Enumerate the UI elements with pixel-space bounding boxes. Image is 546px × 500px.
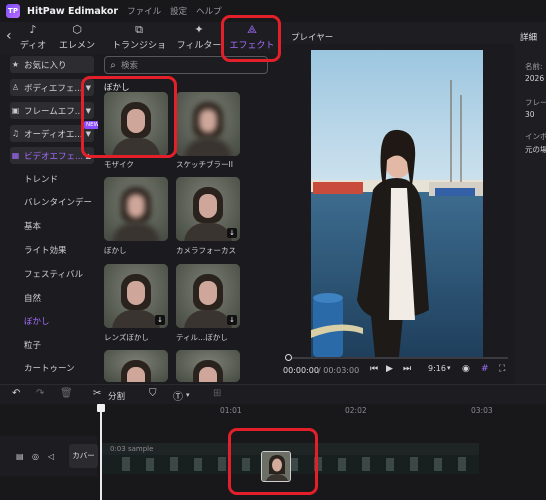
effect-label: スケッチブラーII bbox=[176, 160, 233, 169]
sidebar-item-favorites[interactable]: ★ お気に入り bbox=[10, 56, 94, 73]
cover-button[interactable]: カバー bbox=[69, 444, 98, 468]
highlight-timeline-effect bbox=[228, 428, 318, 495]
total-time: / 00:03:00 bbox=[318, 366, 360, 375]
undo-icon[interactable]: ↶ bbox=[12, 388, 20, 399]
effect-thumb-camera-focus[interactable]: ↓ bbox=[176, 177, 240, 241]
tab-details[interactable]: 詳細 bbox=[520, 31, 537, 43]
scrub-handle[interactable] bbox=[285, 354, 292, 361]
ruler-label: 03:03 bbox=[471, 406, 493, 415]
menu-file[interactable]: ファイル bbox=[127, 5, 161, 17]
element-icon: ⬡ bbox=[72, 23, 82, 36]
film-icon: ▤ bbox=[16, 452, 24, 461]
detail-name-label: 名前: bbox=[525, 62, 543, 71]
player-title: プレイヤー bbox=[291, 33, 334, 43]
previous-frame-icon[interactable]: ⏮ bbox=[370, 364, 378, 374]
highlight-mosaic-effect bbox=[81, 76, 177, 158]
app-title: HitPaw Edimakor bbox=[27, 5, 119, 17]
effect-thumb-blur[interactable] bbox=[104, 177, 168, 241]
video-preview[interactable] bbox=[311, 50, 483, 357]
chevron-left-icon[interactable]: ‹ bbox=[6, 28, 12, 44]
fullscreen-icon[interactable]: ⛶ bbox=[499, 364, 505, 374]
detail-frame-value: 30 bbox=[525, 110, 535, 119]
effect-thumb-lens-blur[interactable]: ↓ bbox=[104, 264, 168, 328]
subcategory-light[interactable]: ライト効果 bbox=[24, 244, 67, 256]
video-effect-icon: ▦ bbox=[11, 151, 20, 160]
subcategory-valentine[interactable]: バレンタインデー bbox=[24, 196, 92, 208]
snapshot-icon[interactable]: ◉ bbox=[462, 364, 470, 374]
video-frame-image bbox=[311, 50, 483, 357]
timeline-toolbar bbox=[0, 384, 546, 404]
download-icon[interactable]: ↓ bbox=[155, 315, 165, 325]
subcategory-trend[interactable]: トレンド bbox=[24, 173, 58, 185]
aspect-ratio-select[interactable]: 9:16 bbox=[428, 364, 446, 373]
effect-thumb-partial[interactable] bbox=[176, 350, 240, 382]
scissors-icon[interactable]: ✂ bbox=[93, 388, 101, 399]
microphone-icon: ♫ bbox=[11, 129, 20, 138]
person-icon: ♙ bbox=[11, 83, 20, 92]
tab-transition[interactable]: ⧉ トランジション bbox=[108, 22, 170, 64]
transition-icon: ⧉ bbox=[135, 23, 143, 36]
detail-import-label: インポ bbox=[525, 132, 546, 141]
speaker-icon[interactable]: ◁ bbox=[48, 452, 54, 461]
highlight-effect-tab bbox=[221, 15, 281, 62]
tab-audio[interactable]: ♪ ディオ bbox=[18, 22, 48, 54]
redo-icon[interactable]: ↷ bbox=[36, 388, 44, 399]
detail-frame-label: フレー bbox=[525, 98, 546, 107]
effect-label: レンズぼかし bbox=[104, 333, 149, 342]
menu-help[interactable]: ヘルプ bbox=[196, 5, 222, 17]
subcategory-blur[interactable]: ぼかし bbox=[24, 315, 50, 327]
search-icon: ⌕ bbox=[110, 59, 116, 71]
next-frame-icon[interactable]: ⏭ bbox=[403, 364, 411, 374]
text-icon[interactable]: Ⓣ bbox=[173, 388, 183, 403]
chevron-down-icon[interactable]: ▾ bbox=[447, 364, 451, 372]
eye-icon[interactable]: ◎ bbox=[32, 452, 39, 461]
detail-name-value: 2026 bbox=[525, 74, 545, 83]
delete-icon[interactable]: 🗑 bbox=[60, 388, 73, 399]
frame-icon: ▣ bbox=[11, 106, 20, 115]
split-button[interactable]: 分割 bbox=[108, 390, 125, 402]
star-icon: ★ bbox=[11, 60, 20, 69]
subcategory-festival[interactable]: フェスティバル bbox=[24, 268, 83, 280]
scrub-bar[interactable] bbox=[288, 357, 508, 359]
effect-thumb-partial[interactable] bbox=[104, 350, 168, 382]
subcategory-basic[interactable]: 基本 bbox=[24, 220, 41, 232]
effect-label: ティル...ぼかし bbox=[176, 333, 228, 342]
playhead[interactable] bbox=[100, 404, 102, 500]
subcategory-nature[interactable]: 自然 bbox=[24, 292, 41, 304]
chevron-down-icon[interactable]: ▾ bbox=[186, 391, 190, 399]
playhead-handle[interactable] bbox=[97, 404, 105, 412]
download-icon[interactable]: ↓ bbox=[227, 315, 237, 325]
play-icon[interactable]: ▶ bbox=[386, 364, 393, 374]
effect-label: カメラフォーカス bbox=[176, 246, 236, 255]
menu-settings[interactable]: 設定 bbox=[170, 5, 187, 17]
ruler-label: 01:01 bbox=[220, 406, 242, 415]
app-logo: TP bbox=[6, 4, 20, 18]
audio-icon: ♪ bbox=[29, 23, 37, 36]
tab-filter[interactable]: ✦ フィルター bbox=[176, 22, 222, 54]
tab-element[interactable]: ⬡ エレメント bbox=[55, 22, 99, 64]
detail-import-value: 元の場 bbox=[525, 145, 546, 154]
add-track-icon[interactable]: ⊞ bbox=[213, 388, 221, 399]
ruler-label: 02:02 bbox=[345, 406, 367, 415]
current-time: 00:00:00 bbox=[283, 366, 319, 375]
shield-icon[interactable]: ⛉ bbox=[149, 388, 157, 399]
effect-thumb-tilt-blur[interactable]: ↓ bbox=[176, 264, 240, 328]
effect-label: ぼかし bbox=[104, 246, 127, 255]
subcategory-cartoon[interactable]: カートゥーン bbox=[24, 362, 75, 374]
subcategory-particle[interactable]: 粒子 bbox=[24, 339, 41, 351]
effect-thumb-sketch-blur[interactable] bbox=[176, 92, 240, 156]
grid-icon[interactable]: # bbox=[481, 364, 489, 374]
effect-label: モザイク bbox=[104, 160, 134, 169]
clip-name: 0:03 sample bbox=[110, 445, 154, 453]
download-icon[interactable]: ↓ bbox=[227, 228, 237, 238]
filter-icon: ✦ bbox=[194, 23, 204, 36]
